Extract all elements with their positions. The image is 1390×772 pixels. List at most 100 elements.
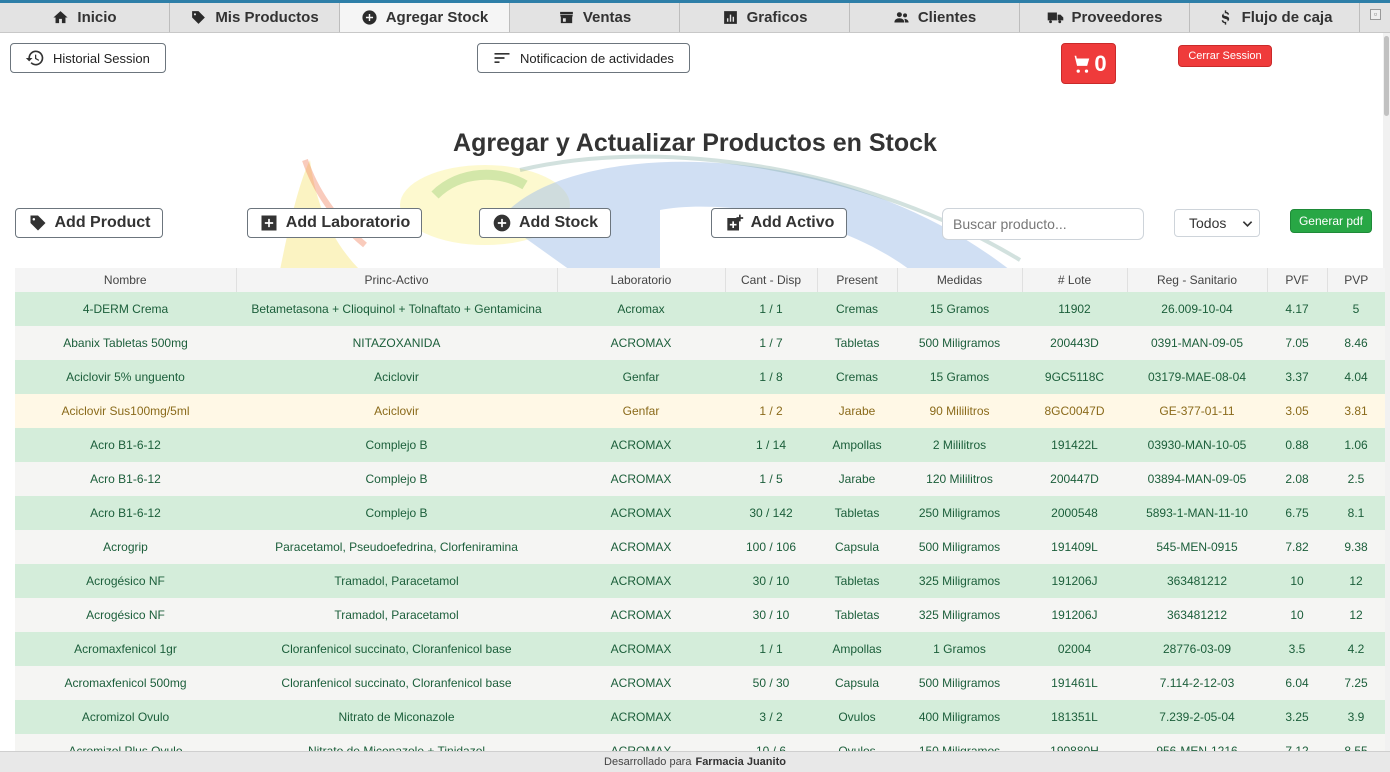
table-cell: 191206J <box>1022 564 1127 598</box>
column-header[interactable]: Medidas <box>897 268 1023 292</box>
table-cell: 8.1 <box>1327 496 1385 530</box>
add-product-label: Add Product <box>54 214 151 231</box>
column-header[interactable]: Cant - Disp <box>725 268 818 292</box>
column-header[interactable]: # Lote <box>1022 268 1128 292</box>
table-cell: 191409L <box>1022 530 1127 564</box>
tab-inicio[interactable]: Inicio <box>0 3 170 32</box>
table-row[interactable]: Acrogésico NF Tramadol, Paracetamol ACROMA… <box>15 598 1385 632</box>
table-cell: 500 Miligramos <box>897 666 1022 700</box>
table-cell: Tabletas <box>817 598 897 632</box>
chevron-down-icon <box>1242 220 1253 227</box>
table-cell: 250 Miligramos <box>897 496 1022 530</box>
table-row[interactable]: Acromaxfenicol 1gr Cloranfenicol succinat… <box>15 632 1385 666</box>
add-laboratorio-button[interactable]: Add Laboratorio <box>247 208 422 238</box>
table-cell: Capsula <box>817 666 897 700</box>
column-header[interactable]: Present <box>817 268 898 292</box>
tab-agregar-stock[interactable]: Agregar Stock <box>340 3 510 32</box>
add-product-button[interactable]: Add Product <box>15 208 163 238</box>
column-header[interactable]: Reg - Sanitario <box>1127 268 1268 292</box>
tab-label: Flujo de caja <box>1241 9 1333 26</box>
table-cell: 200443D <box>1022 326 1127 360</box>
add-laboratorio-label: Add Laboratorio <box>285 214 411 231</box>
table-cell: 5893-1-MAN-11-10 <box>1127 496 1267 530</box>
bar-chart-icon <box>723 11 737 24</box>
logout-button[interactable]: Cerrar Session <box>1178 45 1272 67</box>
table-row[interactable]: Acromaxfenicol 500mg Cloranfenicol succin… <box>15 666 1385 700</box>
sort-lines-icon <box>494 53 510 63</box>
table-row[interactable]: Acromizol Ovulo Nitrato de Miconazole ACRO… <box>15 700 1385 734</box>
history-session-button[interactable]: Historial Session <box>10 43 166 73</box>
table-cell: Tabletas <box>817 326 897 360</box>
table-cell: ACROMAX <box>557 564 725 598</box>
table-row[interactable]: Abanix Tabletas 500mg NITAZOXANIDA ACROMAX… <box>15 326 1385 360</box>
table-row[interactable]: Aciclovir Sus100mg/5ml Aciclovir Genfar 1 /… <box>15 394 1385 428</box>
table-cell: 3.05 <box>1267 394 1327 428</box>
table-cell: ACROMAX <box>557 428 725 462</box>
table-cell: 191461L <box>1022 666 1127 700</box>
activity-notifications-button[interactable]: Notificacion de actividades <box>477 43 690 73</box>
table-row[interactable]: Acrogrip Paracetamol, Pseudoefedrina, Clo… <box>15 530 1385 564</box>
table-cell: 191422L <box>1022 428 1127 462</box>
table-cell: 50 / 30 <box>725 666 817 700</box>
table-cell: Aciclovir 5% unguento <box>15 360 236 394</box>
tab-label: Graficos <box>746 9 808 26</box>
table-cell: 5 <box>1327 292 1385 326</box>
table-cell: 10 <box>1267 598 1327 632</box>
table-cell: 03894-MAN-09-05 <box>1127 462 1267 496</box>
column-header[interactable]: PVF <box>1267 268 1328 292</box>
add-activo-button[interactable]: Add Activo <box>711 208 847 238</box>
generate-pdf-button[interactable]: Generar pdf <box>1290 209 1372 233</box>
tab-graficos[interactable]: Graficos <box>680 3 850 32</box>
search-product-input[interactable] <box>942 208 1144 240</box>
table-cell: 9.38 <box>1327 530 1385 564</box>
column-header[interactable]: Laboratorio <box>557 268 726 292</box>
tab-proveedores[interactable]: Proveedores <box>1020 3 1190 32</box>
tag-icon <box>30 215 45 231</box>
table-cell: Complejo B <box>236 496 557 530</box>
table-cell: Tabletas <box>817 496 897 530</box>
add-stock-button[interactable]: Add Stock <box>479 208 611 238</box>
table-row[interactable]: Acrogésico NF Tramadol, Paracetamol ACROMA… <box>15 564 1385 598</box>
table-cell: 363481212 <box>1127 598 1267 632</box>
cart-button[interactable]: 0 <box>1061 43 1116 84</box>
table-row[interactable]: Acro B1-6-12 Complejo B ACROMAX 1 / 14 Ampol… <box>15 428 1385 462</box>
table-cell: 1 / 14 <box>725 428 817 462</box>
table-cell: 1 Gramos <box>897 632 1022 666</box>
tab-mis-productos[interactable]: Mis Productos <box>170 3 340 32</box>
table-cell: ACROMAX <box>557 666 725 700</box>
table-cell: 2000548 <box>1022 496 1127 530</box>
products-table: Nombre Princ-Activo Laboratorio Cant - Disp… <box>15 268 1385 768</box>
table-cell: Complejo B <box>236 462 557 496</box>
table-cell: 181351L <box>1022 700 1127 734</box>
tab-flujo-de-caja[interactable]: Flujo de caja <box>1190 3 1360 32</box>
table-cell: 7.82 <box>1267 530 1327 564</box>
table-cell: Paracetamol, Pseudoefedrina, Clorfeniram… <box>236 530 557 564</box>
column-header[interactable]: Princ-Activo <box>236 268 558 292</box>
table-row[interactable]: Aciclovir 5% unguento Aciclovir Genfar 1 / … <box>15 360 1385 394</box>
table-row[interactable]: Acro B1-6-12 Complejo B ACROMAX 30 / 142 Tab… <box>15 496 1385 530</box>
table-cell: 3.5 <box>1267 632 1327 666</box>
scrollbar-thumb[interactable] <box>1384 36 1389 116</box>
column-header[interactable]: Nombre <box>15 268 237 292</box>
tab-ventas[interactable]: Ventas <box>510 3 680 32</box>
footer-brand: Farmacia Juanito <box>695 756 786 768</box>
filter-select[interactable]: Todos <box>1174 209 1260 237</box>
table-cell: Abanix Tabletas 500mg <box>15 326 236 360</box>
window-restore-icon[interactable]: ▫ <box>1370 9 1381 20</box>
table-cell: Acromaxfenicol 1gr <box>15 632 236 666</box>
tab-clientes[interactable]: Clientes <box>850 3 1020 32</box>
table-row[interactable]: 4-DERM Crema Betametasona + Clioquinol + … <box>15 292 1385 326</box>
filter-selected-value: Todos <box>1189 215 1227 231</box>
table-cell: 02004 <box>1022 632 1127 666</box>
tag-icon <box>192 11 206 24</box>
table-cell: 2 Mililitros <box>897 428 1022 462</box>
table-cell: 1 / 5 <box>725 462 817 496</box>
table-cell: 120 Mililitros <box>897 462 1022 496</box>
tab-label: Mis Productos <box>215 9 319 26</box>
table-cell: Acrogésico NF <box>15 598 236 632</box>
table-cell: 4.04 <box>1327 360 1385 394</box>
table-cell: 191206J <box>1022 598 1127 632</box>
table-row[interactable]: Acro B1-6-12 Complejo B ACROMAX 1 / 5 Jarabe… <box>15 462 1385 496</box>
column-header[interactable]: PVP <box>1327 268 1385 292</box>
footer-prefix: Desarrollado para <box>604 756 692 768</box>
